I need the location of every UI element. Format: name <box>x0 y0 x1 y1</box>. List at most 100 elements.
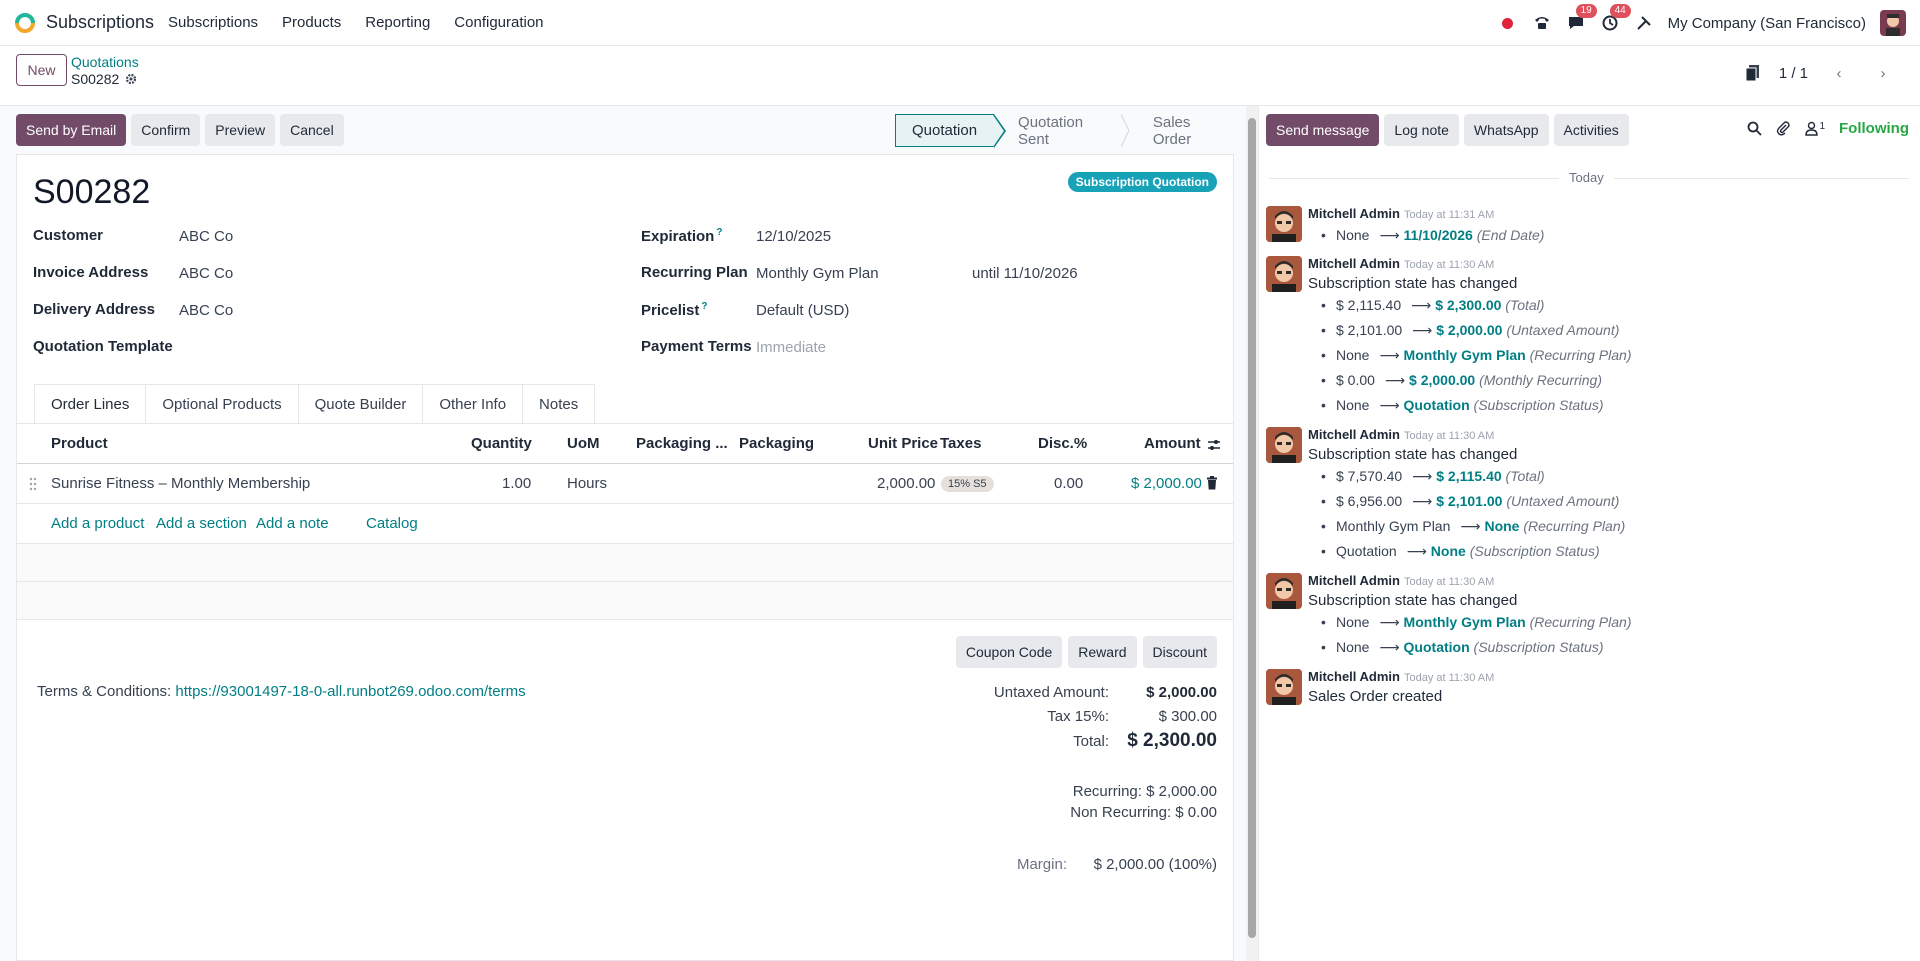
add-product-link[interactable]: Add a product <box>51 515 144 532</box>
activities-button[interactable]: Activities <box>1553 114 1629 146</box>
col-packaging-qty[interactable]: Packaging ... <box>636 435 728 452</box>
line-tax-tag[interactable]: 15% S5 <box>941 476 994 492</box>
tab-order-lines[interactable]: Order Lines <box>34 384 147 424</box>
drag-handle-icon[interactable] <box>29 477 37 491</box>
paperclip-icon[interactable] <box>1776 121 1791 136</box>
table-row[interactable]: Sunrise Fitness – Monthly Membership 1.0… <box>17 464 1233 504</box>
stage-sales-order[interactable]: Sales Order <box>1129 114 1246 148</box>
stage-quotation[interactable]: Quotation <box>895 114 1007 148</box>
avatar[interactable] <box>1266 256 1302 292</box>
pricelist-field[interactable]: Default (USD) <box>756 302 849 319</box>
line-product[interactable]: Sunrise Fitness – Monthly Membership <box>51 475 310 492</box>
avatar[interactable] <box>1266 427 1302 463</box>
pricelist-help-icon[interactable]: ? <box>701 301 707 312</box>
trash-icon[interactable] <box>1206 476 1218 490</box>
coupon-code-button[interactable]: Coupon Code <box>955 636 1063 668</box>
avatar[interactable] <box>1266 669 1302 705</box>
app-logo-icon[interactable] <box>14 12 36 34</box>
tab-optional-products[interactable]: Optional Products <box>145 384 299 424</box>
tools-icon[interactable] <box>1634 13 1654 33</box>
line-unit-price[interactable]: 2,000.00 <box>877 475 935 492</box>
bullet: • <box>1321 518 1326 534</box>
confirm-button[interactable]: Confirm <box>131 114 201 146</box>
phone-icon[interactable] <box>1532 13 1552 33</box>
search-icon[interactable] <box>1747 121 1763 136</box>
payment-terms-field[interactable]: Immediate <box>756 339 826 356</box>
chat-icon[interactable]: 19 <box>1566 4 1597 33</box>
column-settings-icon[interactable] <box>1207 438 1221 452</box>
pager-next-icon[interactable]: › <box>1870 60 1896 86</box>
col-amount[interactable]: Amount <box>1144 435 1201 452</box>
cancel-button[interactable]: Cancel <box>280 114 344 146</box>
whatsapp-button[interactable]: WhatsApp <box>1463 114 1549 146</box>
company-switcher[interactable]: My Company (San Francisco) <box>1668 15 1866 32</box>
message-author-name[interactable]: Mitchell Admin <box>1308 256 1400 271</box>
followers-button[interactable]: 1 <box>1805 121 1825 136</box>
col-packaging[interactable]: Packaging <box>739 435 814 452</box>
tab-notes[interactable]: Notes <box>522 384 596 424</box>
avatar[interactable] <box>1266 206 1302 242</box>
message-author-name[interactable]: Mitchell Admin <box>1308 669 1400 684</box>
activity-clock-icon[interactable]: 44 <box>1600 4 1631 33</box>
line-uom[interactable]: Hours <box>567 475 607 492</box>
quotation-template-field[interactable] <box>179 339 479 357</box>
catalog-link[interactable]: Catalog <box>366 515 418 532</box>
col-disc[interactable]: Disc.% <box>1038 435 1087 452</box>
preview-button[interactable]: Preview <box>205 114 276 146</box>
send-message-button[interactable]: Send message <box>1266 114 1380 146</box>
send-by-email-button[interactable]: Send by Email <box>16 114 127 146</box>
message-author[interactable]: Mitchell Admin Today at 11:30 AM <box>1308 669 1494 684</box>
following-button[interactable]: Following <box>1839 120 1909 137</box>
delivery-address-field[interactable]: ABC Co <box>179 302 233 319</box>
app-name[interactable]: Subscriptions <box>46 12 154 33</box>
menu-subscriptions[interactable]: Subscriptions <box>168 14 258 31</box>
message-author[interactable]: Mitchell Admin Today at 11:31 AM <box>1308 206 1494 221</box>
invoice-address-field[interactable]: ABC Co <box>179 265 233 282</box>
add-section-link[interactable]: Add a section <box>156 515 247 532</box>
terms-link[interactable]: https://93001497-18-0-all.runbot269.odoo… <box>175 683 525 700</box>
tab-quote-builder[interactable]: Quote Builder <box>297 384 424 424</box>
gear-icon[interactable] <box>125 73 137 85</box>
message-author[interactable]: Mitchell Admin Today at 11:30 AM <box>1308 573 1494 588</box>
stage-quotation-sent[interactable]: Quotation Sent <box>994 114 1131 148</box>
col-unit-price[interactable]: Unit Price <box>868 435 938 452</box>
message-item: Mitchell Admin Today at 11:30 AM Subscrip… <box>1266 573 1906 658</box>
recording-indicator-icon[interactable] <box>1498 13 1518 33</box>
add-note-link[interactable]: Add a note <box>256 515 329 532</box>
recurring-plan-field[interactable]: Monthly Gym Plan <box>756 265 879 282</box>
new-button[interactable]: New <box>16 54 67 86</box>
breadcrumb-quotations[interactable]: Quotations <box>71 54 139 70</box>
col-taxes[interactable]: Taxes <box>940 435 981 452</box>
pager-previous-icon[interactable]: ‹ <box>1826 60 1852 86</box>
tab-other-info[interactable]: Other Info <box>422 384 524 424</box>
chatter-buttons: Send message Log note WhatsApp Activitie… <box>1266 114 1629 146</box>
pager-value[interactable]: 1 / 1 <box>1779 65 1808 82</box>
message-author[interactable]: Mitchell Admin Today at 11:30 AM <box>1308 256 1494 271</box>
form-scrollbar[interactable] <box>1246 106 1258 961</box>
customer-field[interactable]: ABC Co <box>179 228 233 245</box>
discount-button[interactable]: Discount <box>1142 636 1217 668</box>
message-author[interactable]: Mitchell Admin Today at 11:30 AM <box>1308 427 1494 442</box>
end-date-field[interactable]: until 11/10/2026 <box>972 265 1078 282</box>
message-author-name[interactable]: Mitchell Admin <box>1308 427 1400 442</box>
message-author-name[interactable]: Mitchell Admin <box>1308 206 1400 221</box>
message-author-name[interactable]: Mitchell Admin <box>1308 573 1400 588</box>
avatar[interactable] <box>1266 573 1302 609</box>
col-uom[interactable]: UoM <box>567 435 600 452</box>
expiration-help-icon[interactable]: ? <box>716 227 722 238</box>
menu-reporting[interactable]: Reporting <box>365 14 430 31</box>
expiration-field[interactable]: 12/10/2025 <box>756 228 831 245</box>
reward-button[interactable]: Reward <box>1068 636 1137 668</box>
line-discount[interactable]: 0.00 <box>1054 475 1083 492</box>
line-quantity[interactable]: 1.00 <box>502 475 531 492</box>
user-avatar[interactable] <box>1880 10 1906 36</box>
menu-configuration[interactable]: Configuration <box>454 14 543 31</box>
main-menu: Subscriptions Products Reporting Configu… <box>168 14 568 31</box>
message-item: Mitchell Admin Today at 11:31 AM • None ⟶ 11… <box>1266 206 1906 246</box>
log-note-button[interactable]: Log note <box>1384 114 1459 146</box>
col-quantity[interactable]: Quantity <box>471 435 532 452</box>
menu-products[interactable]: Products <box>282 14 341 31</box>
documents-icon[interactable] <box>1745 64 1761 82</box>
col-product[interactable]: Product <box>51 435 108 452</box>
scrollbar-thumb[interactable] <box>1248 118 1256 938</box>
